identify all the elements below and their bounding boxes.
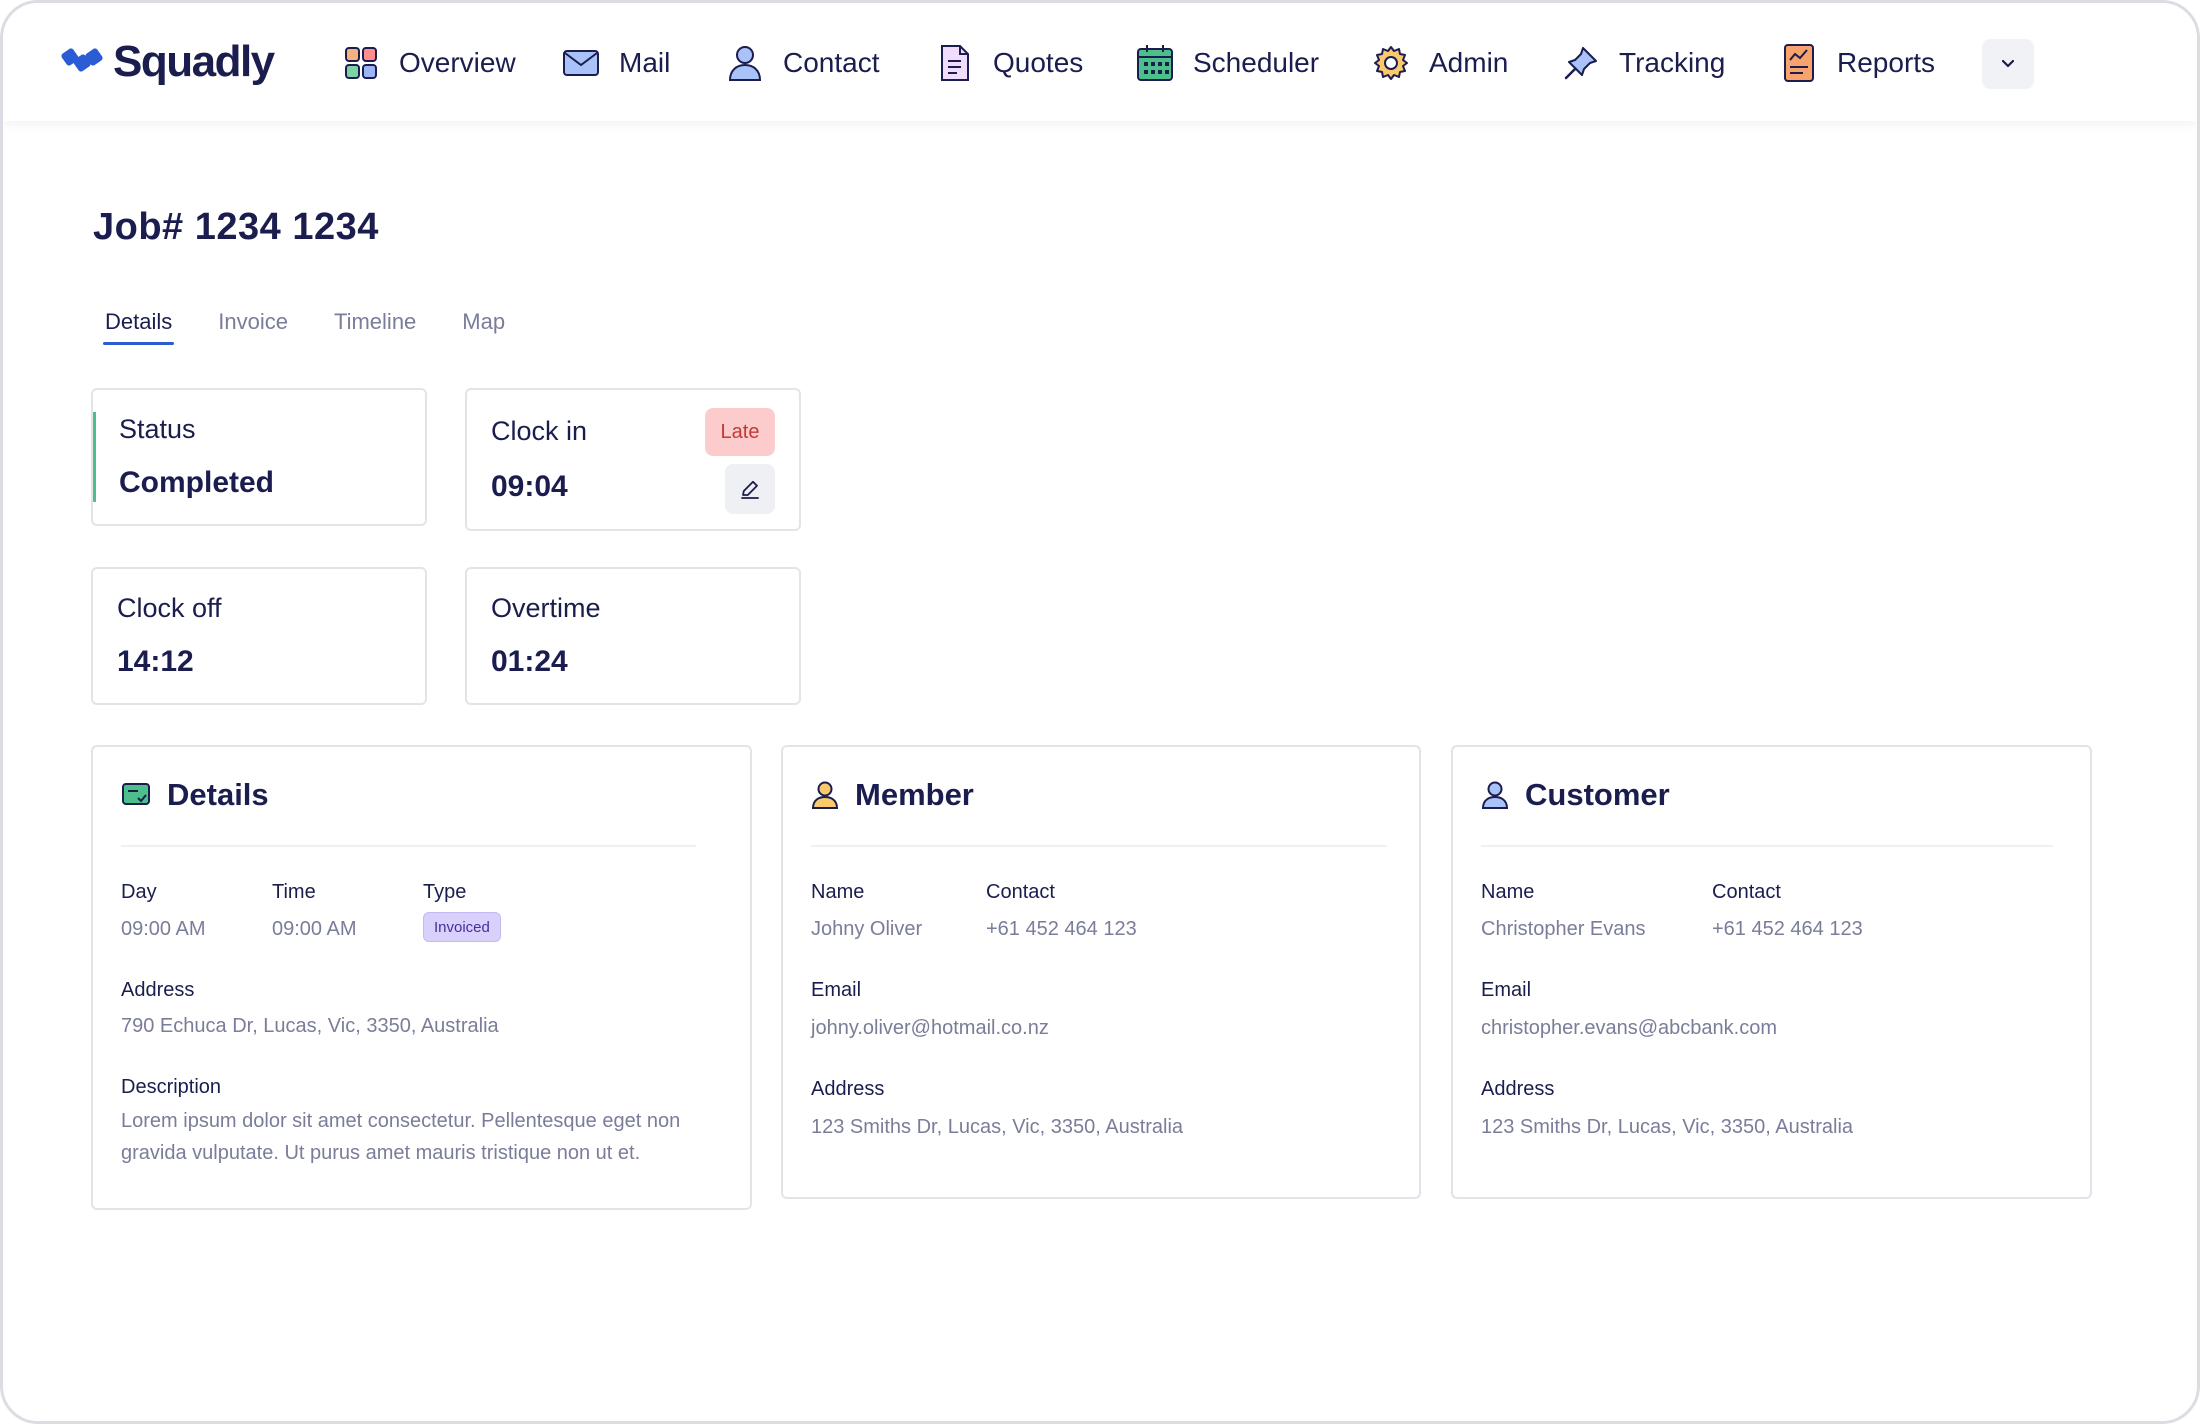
tab-invoice[interactable]: Invoice — [218, 309, 288, 345]
member-email-label: Email — [811, 979, 862, 1001]
clock-in-card: Clock in 09:04 Late — [465, 388, 801, 531]
description-label: Description — [121, 1076, 222, 1098]
customer-panel-header: Customer — [1481, 777, 1670, 813]
nav-label-mail: Mail — [619, 47, 671, 78]
type-badge: Invoiced — [423, 912, 501, 942]
panel-divider — [1481, 845, 2053, 847]
late-badge: Late — [705, 408, 775, 456]
member-person-icon — [811, 781, 839, 809]
member-panel-header: Member — [811, 777, 974, 813]
member-name-label: Name — [811, 881, 865, 903]
squadly-logo-icon — [61, 48, 103, 72]
app-window: Squadly Overview Mail Contact Quotes Sch… — [0, 0, 2200, 1424]
pencil-edit-icon — [741, 480, 759, 499]
details-panel-header: Details — [121, 777, 269, 813]
scheduler-calendar-icon — [1135, 43, 1175, 83]
clock-off-card: Clock off 14:12 — [91, 567, 427, 705]
contact-person-icon — [725, 43, 765, 83]
nav-label-quotes: Quotes — [993, 47, 1084, 78]
customer-person-icon — [1481, 781, 1509, 809]
day-value: 09:00 AM — [121, 918, 206, 940]
job-tabs: Details Invoice Timeline Map — [102, 309, 551, 345]
quotes-document-icon — [935, 43, 975, 83]
nav-label-overview: Overview — [399, 47, 516, 78]
tab-timeline[interactable]: Timeline — [334, 309, 416, 345]
customer-contact-value: +61 452 464 123 — [1712, 918, 1863, 940]
status-accent-bar — [93, 412, 96, 502]
customer-contact-label: Contact — [1712, 881, 1781, 903]
nav-label-admin: Admin — [1429, 47, 1509, 78]
tab-details[interactable]: Details — [102, 309, 175, 345]
member-panel: Member Name Johny Oliver Contact +61 452… — [781, 745, 1421, 1199]
member-contact-value: +61 452 464 123 — [986, 918, 1137, 940]
nav-item-scheduler[interactable]: Scheduler — [1135, 39, 1319, 87]
mail-icon — [561, 43, 601, 83]
member-email-value[interactable]: johny.oliver@hotmail.co.nz — [811, 1017, 1049, 1040]
details-panel: Details Day 09:00 AM Time 09:00 AM Type … — [91, 745, 752, 1210]
status-value: Completed — [119, 466, 275, 499]
nav-label-tracking: Tracking — [1619, 47, 1726, 78]
nav-label-scheduler: Scheduler — [1193, 47, 1320, 78]
clock-in-label: Clock in — [491, 416, 588, 446]
tracking-pin-icon — [1561, 43, 1601, 83]
day-label: Day — [121, 881, 157, 903]
nav-item-admin[interactable]: Admin — [1371, 39, 1508, 87]
tab-map[interactable]: Map — [462, 309, 505, 345]
details-panel-title: Details — [167, 777, 269, 812]
nav-label-reports: Reports — [1837, 47, 1936, 78]
edit-clock-in-button[interactable] — [725, 464, 775, 514]
customer-email-value[interactable]: christopher.evans@abcbank.com — [1481, 1017, 1777, 1040]
overtime-card: Overtime 01:24 — [465, 567, 801, 705]
customer-email-label: Email — [1481, 979, 1532, 1001]
nav-item-quotes[interactable]: Quotes — [935, 39, 1083, 87]
status-label: Status — [119, 414, 196, 444]
clock-in-value: 09:04 — [491, 470, 568, 503]
member-address-label: Address — [811, 1078, 885, 1100]
customer-panel-title: Customer — [1525, 777, 1670, 812]
page-title: Job# 1234 1234 — [93, 206, 379, 248]
member-panel-title: Member — [855, 777, 974, 812]
member-name-value: Johny Oliver — [811, 918, 923, 940]
details-address-label: Address — [121, 979, 195, 1001]
overtime-value: 01:24 — [491, 645, 568, 678]
customer-address-label: Address — [1481, 1078, 1555, 1100]
member-address-value: 123 Smiths Dr, Lucas, Vic, 3350, Austral… — [811, 1116, 1184, 1138]
customer-name-label: Name — [1481, 881, 1535, 903]
panel-divider — [811, 845, 1387, 847]
details-card-icon — [122, 783, 150, 805]
time-label: Time — [272, 881, 316, 903]
nav-more-button[interactable] — [1982, 39, 2034, 89]
clock-off-value: 14:12 — [117, 645, 194, 678]
customer-name-value: Christopher Evans — [1481, 918, 1646, 940]
overview-grid-icon — [341, 43, 381, 83]
type-label: Type — [423, 881, 467, 903]
description-value: Lorem ipsum dolor sit amet consectetur. … — [121, 1110, 681, 1164]
overtime-label: Overtime — [491, 593, 601, 623]
customer-panel: Customer Name Christopher Evans Contact … — [1451, 745, 2092, 1199]
nav-item-contact[interactable]: Contact — [725, 39, 880, 87]
time-value: 09:00 AM — [272, 918, 357, 940]
nav-item-reports[interactable]: Reports — [1779, 39, 1935, 87]
nav-label-contact: Contact — [783, 47, 880, 78]
status-card: Status Completed — [91, 388, 427, 526]
chevron-down-icon — [2001, 59, 2015, 68]
admin-gear-icon — [1371, 43, 1411, 83]
nav-item-overview[interactable]: Overview — [341, 39, 516, 87]
brand-name: Squadly — [113, 37, 275, 86]
brand-logo[interactable]: Squadly — [61, 37, 275, 87]
clock-off-label: Clock off — [117, 593, 222, 623]
member-contact-label: Contact — [986, 881, 1055, 903]
panel-divider — [121, 845, 696, 847]
nav-item-mail[interactable]: Mail — [561, 39, 670, 87]
details-address-value: 790 Echuca Dr, Lucas, Vic, 3350, Austral… — [121, 1015, 499, 1037]
customer-address-value: 123 Smiths Dr, Lucas, Vic, 3350, Austral… — [1481, 1116, 1854, 1138]
reports-chart-icon — [1779, 43, 1819, 83]
nav-item-tracking[interactable]: Tracking — [1561, 39, 1725, 87]
top-navigation: Squadly Overview Mail Contact Quotes Sch… — [3, 3, 2197, 121]
